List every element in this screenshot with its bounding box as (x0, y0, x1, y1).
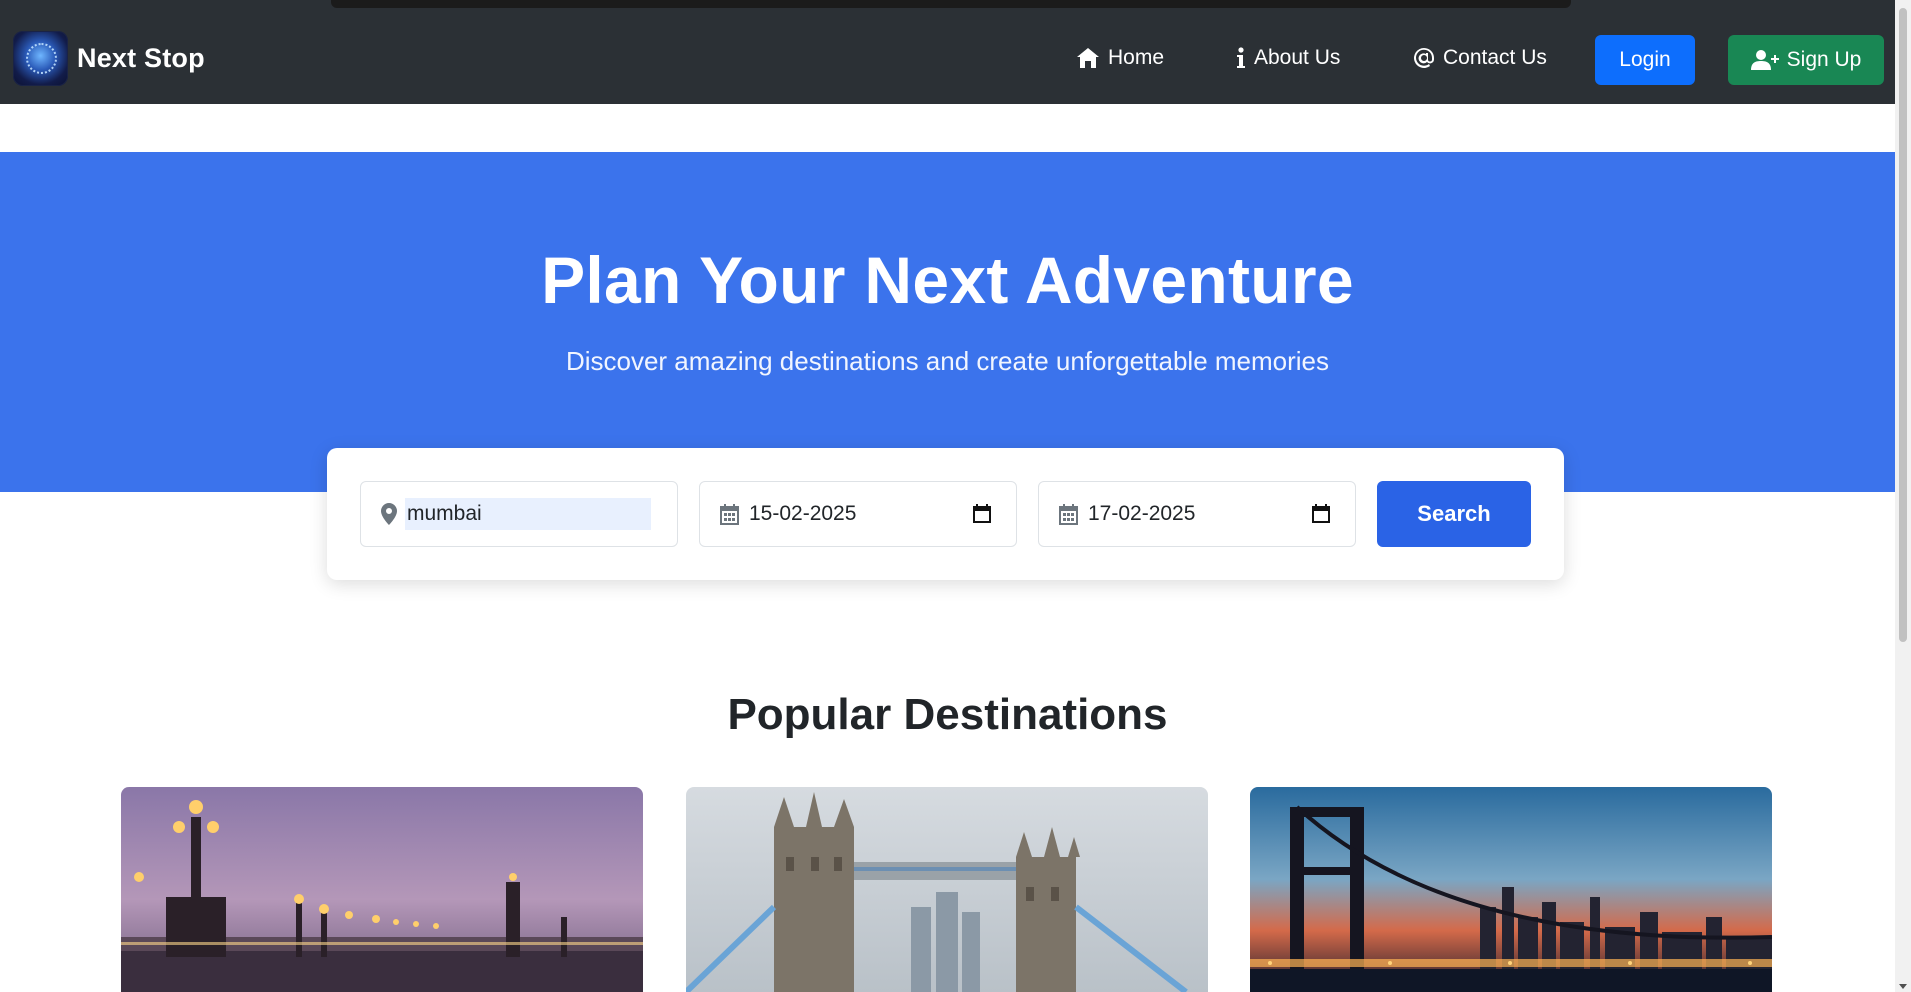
search-button[interactable]: Search (1377, 481, 1531, 547)
nav-home-link[interactable]: Home (1076, 46, 1164, 70)
brand-name: Next Stop (77, 43, 205, 73)
location-value: mumbai (405, 498, 651, 530)
destination-card-image-new-york[interactable] (1250, 787, 1772, 992)
scroll-down-icon[interactable] (1899, 984, 1907, 989)
browser-top-overlay (331, 0, 1571, 8)
paris-image (121, 787, 643, 992)
user-plus-icon (1750, 50, 1779, 70)
end-date-value: 17-02-2025 (1088, 502, 1196, 525)
london-image (686, 787, 1208, 992)
login-button[interactable]: Login (1595, 35, 1695, 85)
signup-label: Sign Up (1786, 48, 1862, 71)
scrollbar-thumb[interactable] (1899, 8, 1907, 642)
destination-card-image-paris[interactable] (121, 787, 643, 992)
location-input[interactable]: mumbai (360, 481, 678, 547)
date-picker-icon[interactable] (1311, 504, 1331, 524)
nav-contact-link[interactable]: Contact Us (1413, 46, 1547, 70)
hero-section: Plan Your Next Adventure Discover amazin… (0, 152, 1895, 492)
calendar-icon (1059, 503, 1078, 525)
brand[interactable]: Next Stop (13, 31, 205, 86)
nav-about-link[interactable]: About Us (1236, 46, 1340, 70)
scrollbar[interactable] (1895, 0, 1911, 992)
home-icon (1077, 48, 1099, 68)
end-date-input[interactable]: 17-02-2025 (1038, 481, 1356, 547)
navbar: Next Stop Home About Us Contact Us Login… (0, 0, 1895, 104)
hero-title: Plan Your Next Adventure (541, 243, 1354, 317)
search-button-label: Search (1417, 501, 1491, 526)
map-pin-icon (381, 503, 397, 525)
nav-contact-label: Contact Us (1443, 46, 1547, 69)
info-icon (1237, 47, 1245, 68)
calendar-icon (720, 503, 739, 525)
logo-icon (13, 31, 68, 86)
start-date-value: 15-02-2025 (749, 502, 857, 525)
at-icon (1414, 48, 1434, 68)
destination-card-image-london[interactable] (686, 787, 1208, 992)
popular-destinations-title: Popular Destinations (727, 690, 1168, 739)
nav-home-label: Home (1108, 46, 1165, 69)
new-york-image (1250, 787, 1772, 992)
date-picker-icon[interactable] (972, 504, 992, 524)
signup-button[interactable]: Sign Up (1728, 35, 1884, 85)
nav-about-label: About Us (1254, 46, 1341, 69)
start-date-input[interactable]: 15-02-2025 (699, 481, 1017, 547)
hero-subtitle: Discover amazing destinations and create… (565, 346, 1330, 376)
search-card: mumbai 15-02-2025 17-02-2025 Search (327, 448, 1564, 580)
login-label: Login (1619, 48, 1671, 71)
